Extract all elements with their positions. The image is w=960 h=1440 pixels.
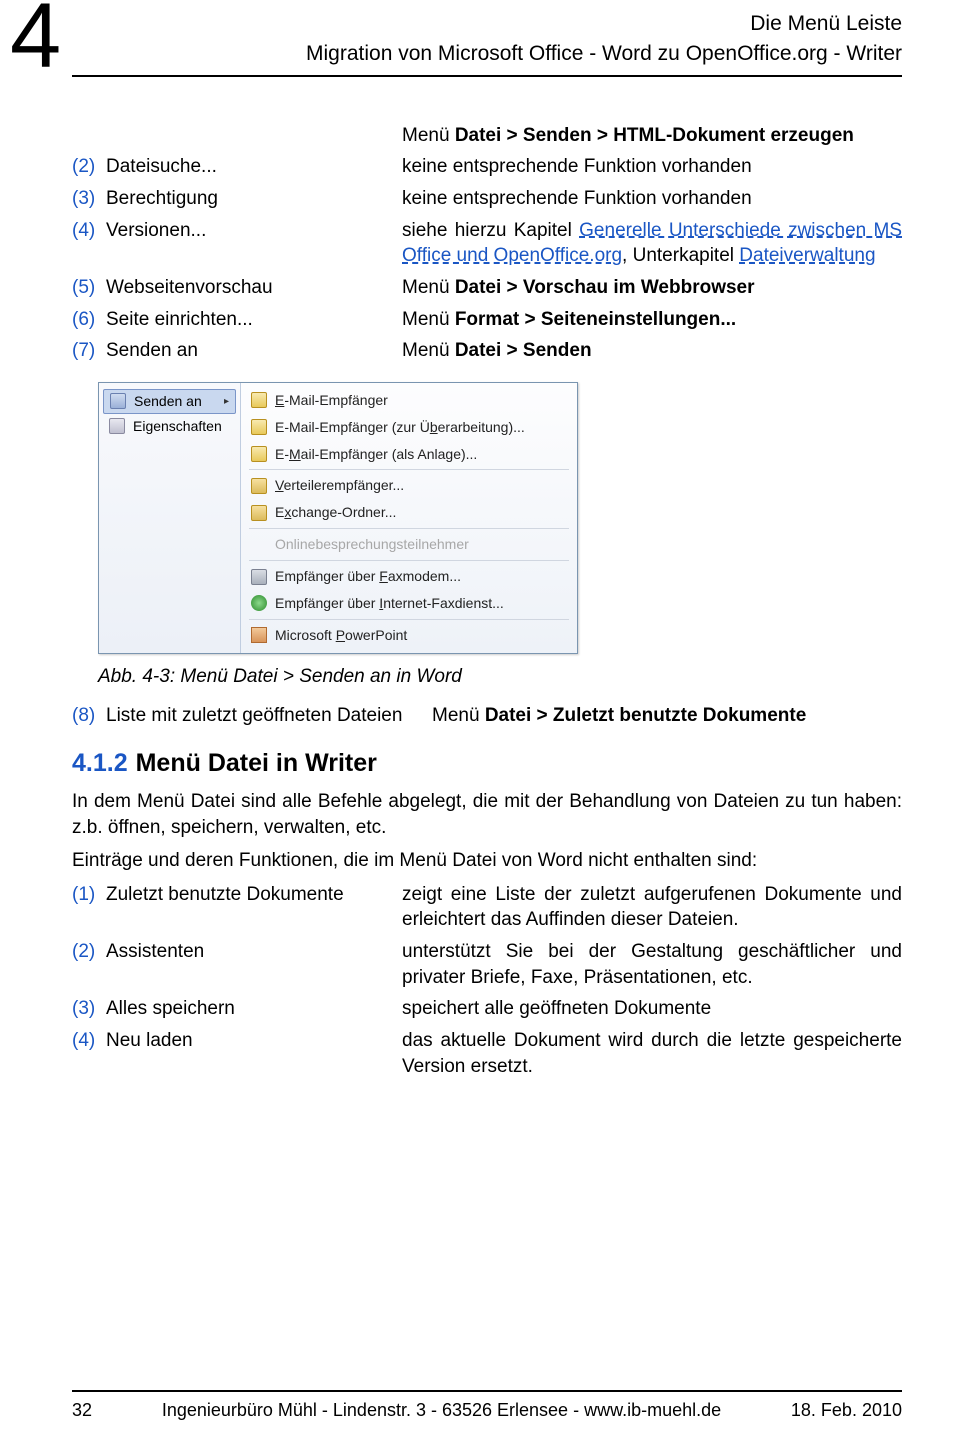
figure-right-pane: E-Mail-EmpfängerE-Mail-Empfänger (zur Üb… [241, 383, 577, 653]
menu-item[interactable]: E-Mail-Empfänger [241, 387, 577, 414]
menu-item[interactable]: Microsoft PowerPoint [241, 622, 577, 649]
menu-left-item[interactable]: Eigenschaften [99, 414, 240, 439]
menu-icon [251, 627, 267, 643]
header-title: Die Menü Leiste [72, 10, 902, 38]
page-footer: 32 Ingenieurbüro Mühl - Lindenstr. 3 - 6… [72, 1390, 902, 1422]
menu-icon [110, 393, 126, 409]
figure-word-menu: Senden an▸Eigenschaften E-Mail-Empfänger… [98, 382, 578, 654]
menu-icon [251, 392, 267, 408]
map-row-7: (7)Senden an Menü Datei > Senden [72, 338, 902, 364]
menu-icon [251, 478, 267, 494]
chapter-number: 4 [10, 0, 61, 74]
menu-icon [251, 505, 267, 521]
menu-icon [109, 418, 125, 434]
separator [249, 560, 569, 561]
menu-item[interactable]: E-Mail-Empfänger (als Anlage)... [241, 441, 577, 468]
footer-date: 18. Feb. 2010 [791, 1398, 902, 1422]
menu-item: Onlinebesprechungsteilnehmer [241, 531, 577, 558]
section-p2: Einträge und deren Funktionen, die im Me… [72, 848, 902, 874]
list-row: (4)Neu ladendas aktuelle Dokument wird d… [72, 1028, 902, 1079]
intro-row: Menü Datei > Senden > HTML-Dokument erze… [72, 123, 902, 149]
map-row-5: (5)Webseitenvorschau Menü Datei > Vorsch… [72, 275, 902, 301]
menu-icon [251, 569, 267, 585]
map-row-6: (6)Seite einrichten... Menü Format > Sei… [72, 307, 902, 333]
section-heading: 4.1.2Menü Datei in Writer [72, 747, 902, 781]
menu-icon [251, 419, 267, 435]
chevron-right-icon: ▸ [224, 395, 229, 409]
page-header: Die Menü Leiste Migration von Microsoft … [72, 0, 902, 77]
page-number: 32 [72, 1398, 92, 1422]
footer-center: Ingenieurbüro Mühl - Lindenstr. 3 - 6352… [162, 1398, 721, 1422]
map-row-2: (2)Dateisuche... keine entsprechende Fun… [72, 154, 902, 180]
link-dateiverwaltung[interactable]: Dateiverwaltung [739, 245, 875, 266]
separator [249, 619, 569, 620]
menu-item[interactable]: Exchange-Ordner... [241, 499, 577, 526]
map-row-8: (8)Liste mit zuletzt geöffneten Dateien … [72, 703, 902, 729]
separator [249, 469, 569, 470]
header-subtitle: Migration von Microsoft Office - Word zu… [72, 40, 902, 76]
section-p1: In dem Menü Datei sind alle Befehle abge… [72, 789, 902, 840]
map-row-4: (4)Versionen... siehe hierzu Kapitel Gen… [72, 218, 902, 269]
menu-item[interactable]: E-Mail-Empfänger (zur Überarbeitung)... [241, 414, 577, 441]
menu-item[interactable]: Empfänger über Faxmodem... [241, 563, 577, 590]
menu-icon [251, 595, 267, 611]
list-row: (1)Zuletzt benutzte Dokumentezeigt eine … [72, 882, 902, 933]
list-row: (2)Assistentenunterstützt Sie bei der Ge… [72, 939, 902, 990]
menu-item[interactable]: Empfänger über Internet-Faxdienst... [241, 590, 577, 617]
menu-left-item[interactable]: Senden an▸ [103, 389, 236, 414]
menu-item[interactable]: Verteilerempfänger... [241, 472, 577, 499]
list-row: (3)Alles speichernspeichert alle geöffne… [72, 996, 902, 1022]
figure-left-pane: Senden an▸Eigenschaften [99, 383, 241, 653]
figure-caption: Abb. 4-3: Menü Datei > Senden an in Word [98, 664, 902, 690]
separator [249, 528, 569, 529]
menu-icon [251, 446, 267, 462]
intro-text: Menü Datei > Senden > HTML-Dokument erze… [402, 123, 902, 149]
content-area: Menü Datei > Senden > HTML-Dokument erze… [72, 123, 902, 1080]
map-row-3: (3)Berechtigung keine entsprechende Funk… [72, 186, 902, 212]
